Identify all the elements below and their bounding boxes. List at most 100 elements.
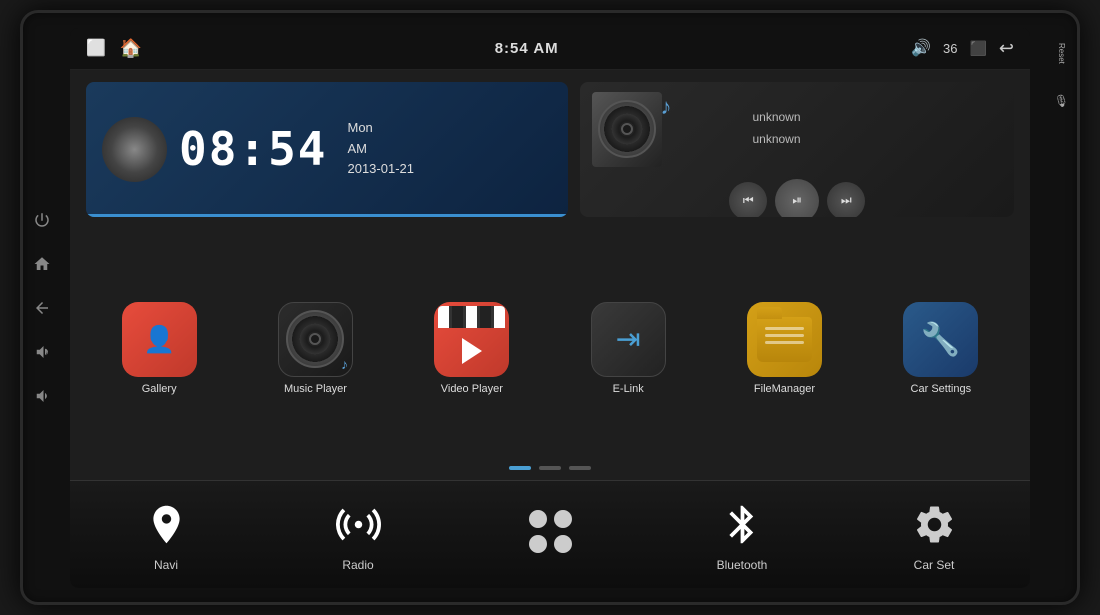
home-button[interactable] bbox=[31, 253, 53, 275]
gallery-icon: 👤 bbox=[122, 302, 197, 377]
folder-line-2 bbox=[765, 334, 804, 337]
music-widget: ♪ unknown unknown ⏮ ⏯ ⏭ bbox=[580, 82, 1014, 217]
car-settings-icon: 🔧 bbox=[903, 302, 978, 377]
carset-icon bbox=[912, 502, 957, 547]
elink-icon: ⇥ bbox=[591, 302, 666, 377]
elink-icon-symbol: ⇥ bbox=[616, 322, 641, 357]
bluetooth-icon bbox=[720, 502, 765, 547]
folder-icon bbox=[757, 317, 812, 362]
home-icon[interactable]: 🏠 bbox=[120, 38, 142, 59]
clock-day: Mon bbox=[347, 118, 414, 139]
nav-item-bluetooth[interactable]: Bluetooth bbox=[646, 497, 838, 572]
wrench-icon: 🔧 bbox=[921, 320, 961, 358]
music-next-button[interactable]: ⏭ bbox=[827, 182, 865, 217]
music-top: ♪ unknown unknown bbox=[592, 92, 1002, 167]
volume-level: 36 bbox=[943, 41, 957, 56]
apps-dot-3 bbox=[529, 535, 547, 553]
recent-apps-icon[interactable]: ⬜ bbox=[86, 38, 106, 58]
music-disc-center bbox=[621, 123, 633, 135]
music-player-icon: ♪ bbox=[278, 302, 353, 377]
status-left: ⬜ 🏠 bbox=[86, 38, 142, 59]
music-player-note-icon: ♪ bbox=[341, 356, 348, 372]
bluetooth-label: Bluetooth bbox=[717, 558, 768, 572]
nav-item-apps[interactable] bbox=[454, 504, 646, 565]
nav-item-navi[interactable]: Navi bbox=[70, 497, 262, 572]
app-item-car-settings[interactable]: 🔧 Car Settings bbox=[868, 235, 1014, 462]
folder-line-3 bbox=[765, 341, 804, 344]
music-prev-button[interactable]: ⏮ bbox=[729, 182, 767, 217]
nav-item-radio[interactable]: Radio bbox=[262, 497, 454, 572]
nav-item-carset[interactable]: Car Set bbox=[838, 497, 1030, 572]
folder-lines bbox=[757, 317, 812, 344]
video-player-label: Video Player bbox=[441, 383, 503, 395]
page-dot-2[interactable] bbox=[539, 466, 561, 470]
apps-section: 👤 Gallery ♪ Music Player bbox=[70, 225, 1030, 480]
reset-label: Reset bbox=[1057, 43, 1066, 64]
screen-icon: ⬛ bbox=[969, 40, 986, 57]
app-item-elink[interactable]: ⇥ E-Link bbox=[555, 235, 701, 462]
radio-icon bbox=[336, 502, 381, 547]
status-right: 🔊 36 ⬛ ↩ bbox=[911, 38, 1014, 59]
apps-dot-1 bbox=[529, 510, 547, 528]
main-content: 08:54 Mon AM 2013-01-21 bbox=[70, 70, 1030, 588]
music-player-label: Music Player bbox=[284, 383, 347, 395]
music-disc-icon-center bbox=[309, 333, 321, 345]
device-frame: Reset 🎙 ⬜ 🏠 8:54 AM 🔊 36 ⬛ ↩ bbox=[20, 10, 1080, 605]
apps-grid: 👤 Gallery ♪ Music Player bbox=[86, 235, 1014, 462]
volume-icon: 🔊 bbox=[911, 38, 931, 58]
radio-icon-wrap bbox=[331, 497, 386, 552]
video-play-icon bbox=[462, 338, 482, 364]
video-player-icon bbox=[434, 302, 509, 377]
page-dot-1[interactable] bbox=[509, 466, 531, 470]
bottom-nav: Navi Radio bbox=[70, 480, 1030, 588]
music-artist: unknown bbox=[752, 129, 1002, 151]
carset-label: Car Set bbox=[914, 558, 955, 572]
filemanager-icon bbox=[747, 302, 822, 377]
volume-down-button[interactable] bbox=[31, 385, 53, 407]
clock-period: AM bbox=[347, 139, 414, 160]
navi-icon bbox=[144, 502, 189, 547]
radio-label: Radio bbox=[342, 558, 373, 572]
music-disc-icon bbox=[286, 310, 344, 368]
apps-dot-4 bbox=[554, 535, 572, 553]
music-album-art bbox=[592, 92, 662, 167]
elink-label: E-Link bbox=[613, 383, 644, 395]
filemanager-label: FileManager bbox=[754, 383, 815, 395]
clock-date: 2013-01-21 bbox=[347, 159, 414, 180]
apps-dot-2 bbox=[554, 510, 572, 528]
carset-icon-wrap bbox=[907, 497, 962, 552]
music-note-icon: ♪ bbox=[660, 94, 671, 120]
app-item-filemanager[interactable]: FileManager bbox=[711, 235, 857, 462]
clock-circle-decoration bbox=[102, 117, 167, 182]
apps-grid-icon bbox=[529, 510, 572, 553]
gallery-icon-symbol: 👤 bbox=[143, 324, 175, 355]
widgets-row: 08:54 Mon AM 2013-01-21 bbox=[70, 70, 1030, 225]
navi-icon-wrap bbox=[139, 497, 194, 552]
right-side-controls: Reset 🎙 bbox=[1054, 43, 1069, 108]
app-item-gallery[interactable]: 👤 Gallery bbox=[86, 235, 232, 462]
music-controls: ⏮ ⏯ ⏭ bbox=[592, 179, 1002, 217]
navi-label: Navi bbox=[154, 558, 178, 572]
status-bar: ⬜ 🏠 8:54 AM 🔊 36 ⬛ ↩ bbox=[70, 28, 1030, 70]
app-item-video-player[interactable]: Video Player bbox=[399, 235, 545, 462]
page-dots bbox=[86, 462, 1014, 474]
folder-line-1 bbox=[765, 327, 804, 330]
music-info: unknown unknown bbox=[752, 107, 1002, 150]
volume-up-button[interactable] bbox=[31, 341, 53, 363]
music-disc bbox=[598, 100, 656, 158]
status-time: 8:54 AM bbox=[495, 40, 559, 57]
car-settings-label: Car Settings bbox=[911, 383, 972, 395]
main-screen: ⬜ 🏠 8:54 AM 🔊 36 ⬛ ↩ 08:54 M bbox=[70, 28, 1030, 588]
folder-tab bbox=[757, 307, 782, 319]
clock-widget: 08:54 Mon AM 2013-01-21 bbox=[86, 82, 568, 217]
music-track: unknown bbox=[752, 107, 1002, 129]
back-nav-icon[interactable]: ↩ bbox=[999, 38, 1014, 59]
back-button[interactable] bbox=[31, 297, 53, 319]
gallery-label: Gallery bbox=[142, 383, 177, 395]
apps-icon-wrap bbox=[523, 504, 578, 559]
power-button[interactable] bbox=[31, 209, 53, 231]
page-dot-3[interactable] bbox=[569, 466, 591, 470]
music-play-pause-button[interactable]: ⏯ bbox=[775, 179, 819, 217]
mic-icon: 🎙 bbox=[1054, 94, 1069, 108]
app-item-music-player[interactable]: ♪ Music Player bbox=[242, 235, 388, 462]
